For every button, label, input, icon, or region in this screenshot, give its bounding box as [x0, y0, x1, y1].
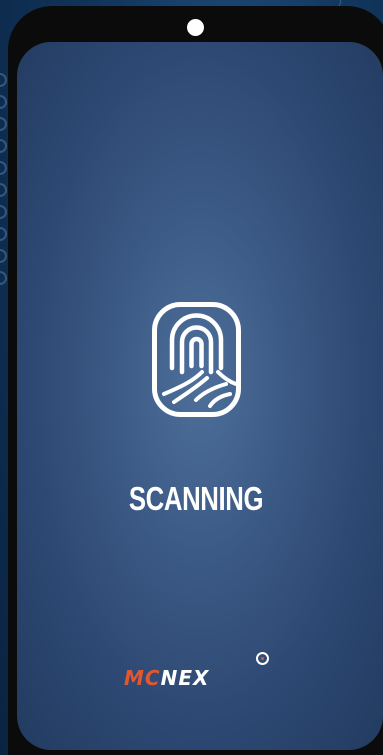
fingerprint-icon[interactable]	[152, 302, 241, 417]
mcnex-logo: MCNEX	[120, 648, 280, 690]
logo-part-nex: NEX	[160, 666, 210, 690]
scanning-status-text: SCANNING	[128, 480, 264, 517]
logo-part-mc: MC	[124, 666, 161, 690]
logo-wordmark: MCNEX	[124, 666, 209, 690]
front-camera-icon	[187, 19, 204, 36]
target-ring-icon	[256, 652, 269, 665]
